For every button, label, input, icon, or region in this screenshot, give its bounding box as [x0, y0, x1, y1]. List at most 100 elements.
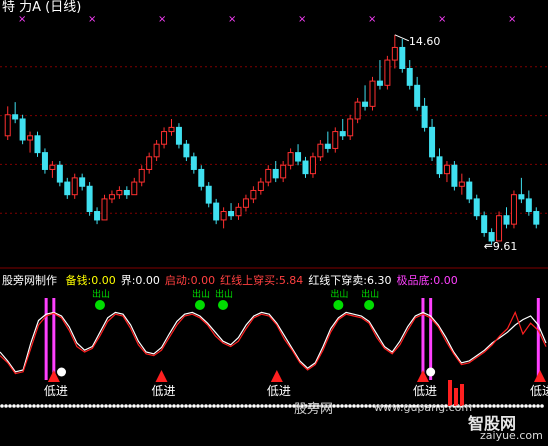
- baseline-dot-246: [244, 404, 248, 408]
- candle-body-21: [161, 131, 168, 145]
- candle-body-39: [295, 152, 302, 162]
- buy-signal-triangle-2: [270, 370, 283, 382]
- candle-body-50: [376, 80, 383, 86]
- baseline-dot-486: [484, 404, 488, 408]
- candle-body-52: [391, 46, 398, 61]
- buy-signal-triangle-4: [534, 370, 546, 382]
- candle-body-55: [414, 84, 421, 107]
- baseline-dot-290: [288, 404, 292, 408]
- candle-body-69: [518, 194, 525, 200]
- candle-body-62: [466, 181, 473, 200]
- baseline-dot-10: [8, 404, 12, 408]
- indicator-header: 股旁网制作 备钱:0.00 界:0.00 启动:0.00 红线上穿买:5.84 红线下穿…: [2, 274, 468, 287]
- baseline-dot-342: [340, 404, 344, 408]
- baseline-dot-6: [4, 404, 8, 408]
- candle-body-44: [332, 131, 339, 149]
- green-dot-2: [218, 300, 229, 310]
- candle-body-60: [451, 164, 458, 187]
- baseline-dot-198: [196, 404, 200, 408]
- candle-body-71: [533, 211, 540, 225]
- baseline-dot-98: [96, 404, 100, 408]
- pink-bar-1: [52, 298, 56, 380]
- baseline-dot-22: [20, 404, 24, 408]
- baseline-dot-142: [140, 404, 144, 408]
- baseline-dot-534: [532, 404, 536, 408]
- baseline-dot-138: [136, 404, 140, 408]
- baseline-dot-94: [92, 404, 96, 408]
- baseline-dot-266: [264, 404, 268, 408]
- baseline-dot-354: [352, 404, 356, 408]
- baseline-dot-250: [248, 404, 252, 408]
- top-marker-4: ×: [298, 14, 306, 25]
- low-annotation: ←9.61: [484, 240, 518, 253]
- baseline-dot-238: [236, 404, 240, 408]
- green-dot-1: [194, 300, 205, 310]
- candle-body-66: [496, 215, 503, 242]
- baseline-dot-154: [152, 404, 156, 408]
- candle-body-51: [384, 59, 391, 86]
- candle-body-43: [324, 143, 331, 149]
- baseline-dot-190: [188, 404, 192, 408]
- baseline-dot-34: [32, 404, 36, 408]
- candle-body-24: [183, 143, 190, 158]
- baseline-dot-254: [252, 404, 256, 408]
- candle-body-20: [153, 143, 160, 158]
- candle-body-12: [94, 211, 101, 221]
- baseline-dot-206: [204, 404, 208, 408]
- baseline-dot-118: [116, 404, 120, 408]
- indicator-value-1: 界:0.00: [120, 274, 160, 287]
- candle-body-59: [443, 164, 450, 175]
- baseline-dot-370: [368, 404, 372, 408]
- pink-bar-2: [421, 298, 425, 380]
- candle-body-35: [265, 168, 272, 183]
- baseline-dot-262: [260, 404, 264, 408]
- baseline-dot-202: [200, 404, 204, 408]
- white-dot-1: [426, 367, 436, 377]
- candle-body-27: [205, 185, 212, 204]
- baseline-dot-70: [68, 404, 72, 408]
- candle-body-1: [12, 114, 19, 120]
- baseline-dot-350: [348, 404, 352, 408]
- baseline-dot-258: [256, 404, 260, 408]
- watermark-brand-url: zaiyue.com: [480, 429, 543, 442]
- top-marker-5: ×: [368, 14, 376, 25]
- baseline-dot-54: [52, 404, 56, 408]
- candle-body-18: [138, 168, 145, 183]
- baseline-dot-86: [84, 404, 88, 408]
- baseline-dot-46: [44, 404, 48, 408]
- buy-signal-label-2: 低进: [267, 384, 291, 398]
- baseline-dot-478: [476, 404, 480, 408]
- stock-chart: ××××××××14.60←9.61出山出山出山出山出山低进低进低进低进低进: [0, 14, 548, 408]
- baseline-dot-234: [232, 404, 236, 408]
- baseline-dot-514: [512, 404, 516, 408]
- candle-body-47: [354, 101, 361, 120]
- baseline-dot-222: [220, 404, 224, 408]
- baseline-dot-126: [124, 404, 128, 408]
- baseline-dot-186: [184, 404, 188, 408]
- candle-body-2: [19, 118, 26, 141]
- baseline-dot-210: [208, 404, 212, 408]
- baseline-dot-114: [112, 404, 116, 408]
- baseline-dot-270: [268, 404, 272, 408]
- candle-body-23: [175, 126, 182, 145]
- candle-body-14: [108, 194, 115, 200]
- baseline-dot-178: [176, 404, 180, 408]
- candle-body-53: [399, 46, 406, 69]
- candle-body-63: [473, 198, 480, 217]
- top-marker-2: ×: [158, 14, 166, 25]
- indicator-value-5: 极品底:0.00: [396, 274, 458, 287]
- indicator-value-3: 红线上穿买:5.84: [220, 274, 304, 287]
- candle-body-64: [481, 215, 488, 234]
- pink-bar-4: [536, 298, 540, 380]
- candle-body-11: [86, 185, 93, 213]
- baseline-dot-30: [28, 404, 32, 408]
- candle-body-15: [116, 189, 123, 196]
- indicator-value-2: 启动:0.00: [164, 274, 216, 287]
- baseline-dot-166: [164, 404, 168, 408]
- baseline-dot-494: [492, 404, 496, 408]
- candle-body-28: [213, 202, 220, 221]
- top-marker-3: ×: [228, 14, 236, 25]
- candle-body-31: [235, 206, 242, 217]
- green-dot-label-1: 出山: [192, 288, 210, 300]
- baseline-dot-282: [280, 404, 284, 408]
